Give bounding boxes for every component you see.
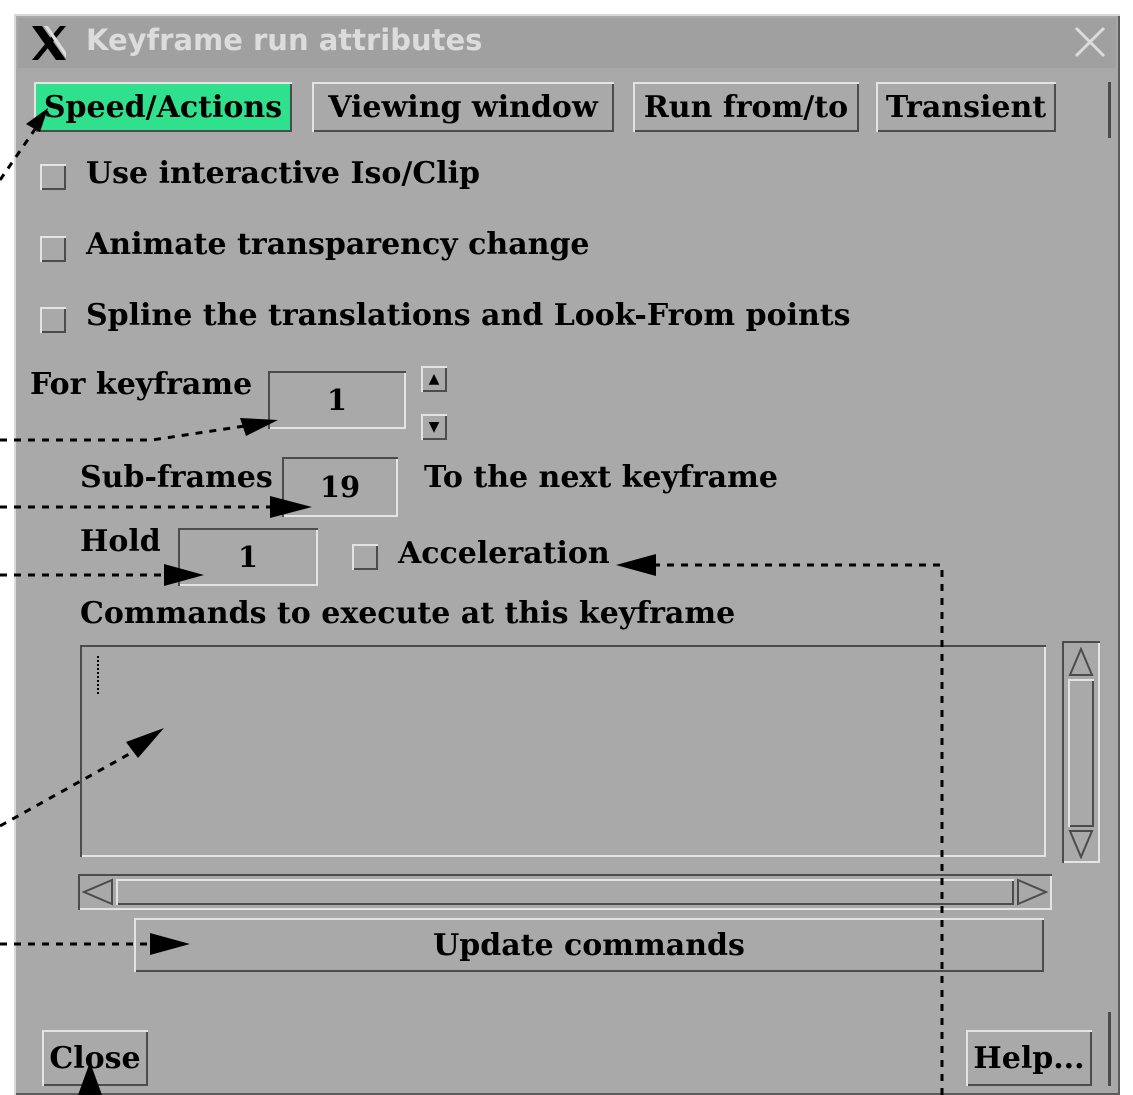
commands-horizontal-scrollbar[interactable]	[78, 874, 1052, 910]
update-commands-button[interactable]: Update commands	[134, 918, 1044, 972]
tab-row-divider	[1108, 82, 1111, 138]
hold-label: Hold	[80, 524, 161, 559]
subframes-suffix-label: To the next keyframe	[424, 460, 778, 495]
close-button[interactable]: Close	[42, 1030, 148, 1086]
subframes-label: Sub-frames	[80, 460, 273, 495]
tab-transient[interactable]: Transient	[876, 82, 1056, 132]
acceleration-label: Acceleration	[398, 536, 610, 571]
x-window-logo-icon	[32, 26, 66, 60]
commands-textarea[interactable]	[80, 645, 1046, 857]
tab-speed-actions[interactable]: Speed/Actions	[34, 82, 292, 132]
hold-field[interactable]: 1	[178, 528, 318, 586]
spline-translations-label: Spline the translations and Look-From po…	[86, 298, 851, 333]
scroll-left-arrow-icon[interactable]	[82, 878, 114, 906]
interactive-iso-clip-checkbox[interactable]	[40, 164, 66, 190]
bottom-divider	[1108, 1012, 1111, 1086]
scroll-right-arrow-icon[interactable]	[1016, 878, 1048, 906]
scroll-down-arrow-icon[interactable]	[1068, 829, 1094, 859]
keyframe-label: For keyframe	[30, 367, 253, 402]
help-button[interactable]: Help...	[966, 1030, 1092, 1086]
animate-transparency-checkbox[interactable]	[40, 236, 66, 262]
subframes-field[interactable]: 19	[282, 457, 398, 517]
keyframe-increment-arrow-icon[interactable]: ▲	[421, 366, 447, 392]
window-title: Keyframe run attributes	[86, 23, 483, 57]
scroll-up-arrow-icon[interactable]	[1068, 647, 1094, 677]
spline-translations-checkbox[interactable]	[40, 307, 66, 333]
keyframe-decrement-arrow-icon[interactable]: ▼	[421, 414, 447, 440]
interactive-iso-clip-label: Use interactive Iso/Clip	[86, 156, 480, 191]
animate-transparency-label: Animate transparency change	[86, 227, 590, 262]
commands-label: Commands to execute at this keyframe	[80, 596, 736, 631]
acceleration-checkbox[interactable]	[352, 544, 378, 570]
text-cursor-icon	[97, 656, 99, 694]
close-window-icon[interactable]	[1072, 24, 1108, 60]
tab-viewing-window[interactable]: Viewing window	[312, 82, 614, 132]
vertical-scroll-thumb[interactable]	[1068, 679, 1094, 827]
keyframe-field[interactable]: 1	[268, 371, 406, 429]
horizontal-scroll-thumb[interactable]	[116, 879, 1014, 905]
commands-vertical-scrollbar[interactable]	[1062, 641, 1100, 863]
tab-run-from-to[interactable]: Run from/to	[633, 82, 859, 132]
